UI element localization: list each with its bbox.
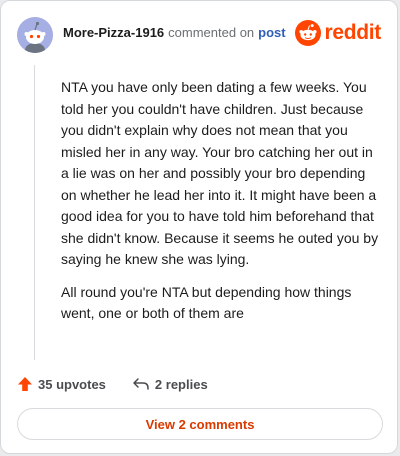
snoo-avatar-icon [17, 17, 53, 53]
upvote-count: 35 upvotes [38, 376, 106, 392]
view-comments-button[interactable]: View 2 comments [17, 408, 383, 440]
reply-count: 2 replies [154, 376, 208, 392]
post-link[interactable]: post [258, 25, 285, 40]
replies-button[interactable]: 2 replies [132, 376, 208, 392]
comment-body: NTA you have only been dating a few week… [61, 77, 379, 336]
upvote-button[interactable]: 35 upvotes [17, 376, 106, 392]
comment-actions: 35 upvotes 2 replies [17, 374, 234, 394]
comment-card: More-Pizza-1916 commented on post reddit N… [0, 0, 398, 454]
comment-meta: More-Pizza-1916 commented on post [63, 25, 286, 40]
comment-header: More-Pizza-1916 commented on post reddit [17, 17, 381, 53]
reddit-logo[interactable]: reddit [295, 19, 381, 47]
comment-action-text: commented on [168, 25, 255, 40]
upvote-arrow-icon [18, 377, 32, 391]
username[interactable]: More-Pizza-1916 [63, 25, 164, 40]
thread-line[interactable] [34, 65, 35, 360]
avatar[interactable] [17, 17, 53, 53]
reply-arrow-icon [133, 378, 149, 390]
reddit-alien-icon [295, 20, 322, 46]
comment-paragraph: All round you're NTA but depending how t… [61, 283, 352, 322]
reddit-wordmark: reddit [324, 21, 381, 44]
comment-paragraph: NTA you have only been dating a few week… [61, 79, 379, 267]
